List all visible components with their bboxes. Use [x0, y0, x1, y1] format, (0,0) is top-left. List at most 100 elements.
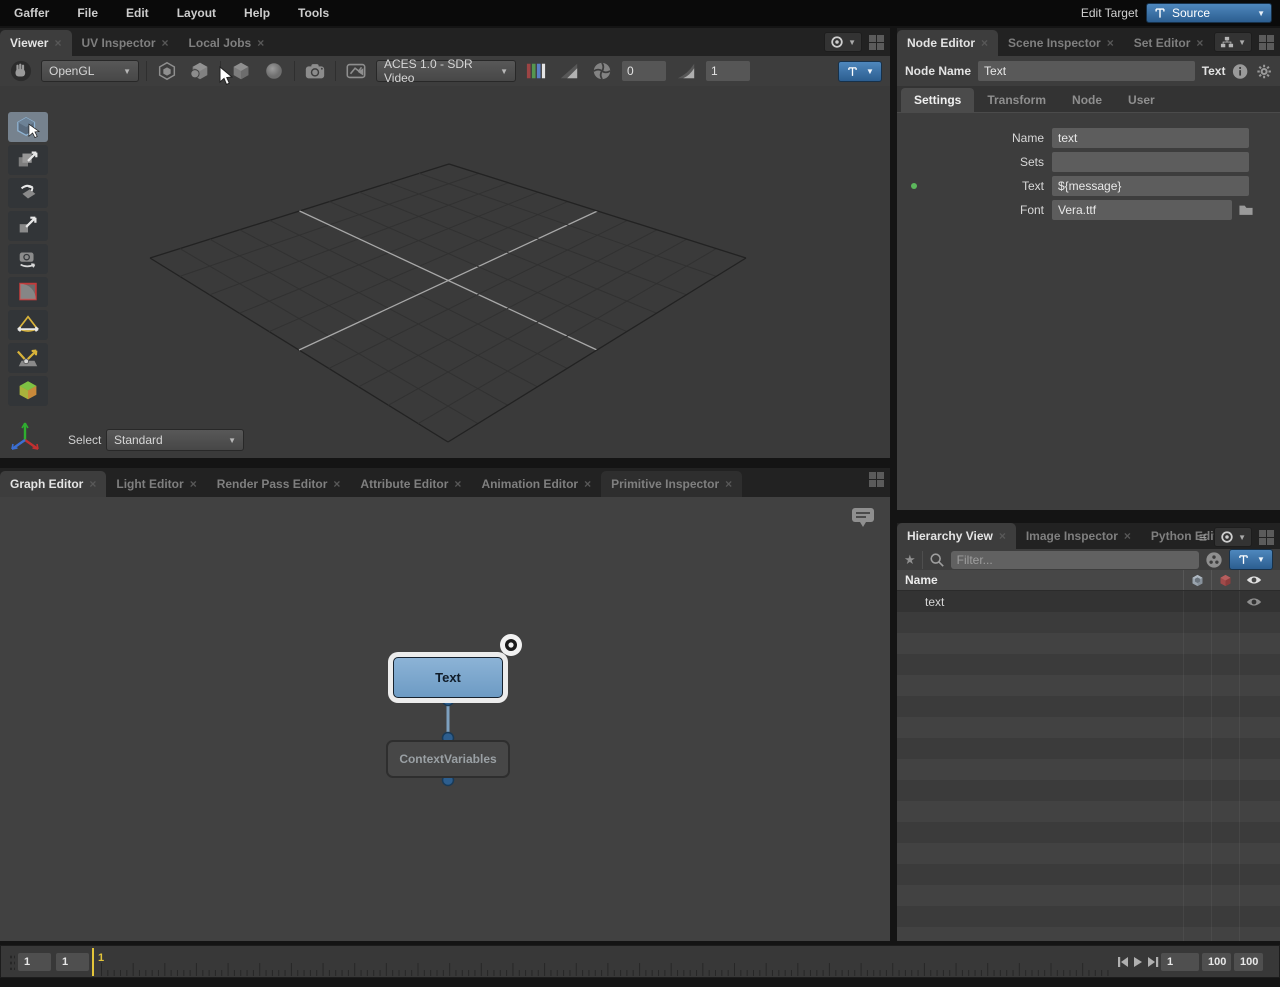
sets-field[interactable] — [1052, 152, 1249, 172]
node-name-field[interactable]: Text — [978, 61, 1195, 81]
sets-filter-icon[interactable] — [1205, 551, 1223, 569]
row-visibility-cell[interactable] — [1239, 591, 1267, 612]
tab-uv-inspector[interactable]: UV Inspector × — [72, 30, 179, 56]
gamma-icon[interactable] — [673, 59, 699, 83]
section-tab-transform[interactable]: Transform — [974, 88, 1059, 112]
select-tool-button[interactable] — [8, 112, 48, 142]
viewer-viewport[interactable]: Select Standard ▼ — [0, 86, 890, 458]
close-icon[interactable]: × — [454, 471, 461, 497]
node-text-body[interactable]: Text — [393, 657, 503, 698]
geometry-tool-button[interactable] — [8, 376, 48, 406]
close-icon[interactable]: × — [54, 30, 61, 56]
close-icon[interactable]: × — [333, 471, 340, 497]
node-graph-canvas[interactable]: Text ContextVariables — [0, 497, 890, 941]
tab-scene-inspector[interactable]: Scene Inspector × — [998, 30, 1124, 56]
folder-icon[interactable] — [1238, 203, 1254, 217]
frame-range-soft-start-field[interactable]: 1 — [56, 953, 89, 971]
light-aim-tool-button[interactable] — [8, 343, 48, 373]
name-field[interactable]: text — [1052, 128, 1249, 148]
gear-icon[interactable] — [1256, 63, 1272, 80]
tab-graph-editor[interactable]: Graph Editor × — [0, 471, 106, 497]
input-connection-dot[interactable] — [911, 183, 917, 189]
section-tab-settings[interactable]: Settings — [901, 88, 974, 112]
hierarchy-pin-node-button[interactable]: ▼ — [1229, 549, 1273, 570]
tab-render-pass-editor[interactable]: Render Pass Editor × — [207, 471, 351, 497]
node-contextvariables[interactable]: ContextVariables — [386, 740, 510, 778]
hierarchy-focus-menu-button[interactable]: ▼ — [1214, 527, 1252, 547]
tab-menu-hamburger-icon[interactable]: ≡ — [1199, 529, 1207, 545]
edit-target-dropdown[interactable]: Source ▼ — [1146, 3, 1272, 23]
display-transform-dropdown[interactable]: ACES 1.0 - SDR Video ▼ — [376, 60, 516, 82]
tab-local-jobs[interactable]: Local Jobs × — [179, 30, 275, 56]
column-visibility-header[interactable] — [1239, 570, 1267, 590]
close-icon[interactable]: × — [725, 471, 732, 497]
shutter-aperture-icon[interactable] — [589, 59, 615, 83]
tab-attribute-editor[interactable]: Attribute Editor × — [350, 471, 471, 497]
column-name-header[interactable]: Name — [897, 573, 1183, 587]
font-field[interactable]: Vera.ttf — [1052, 200, 1232, 220]
selection-mask-icon[interactable] — [187, 59, 213, 83]
tab-viewer[interactable]: Viewer × — [0, 30, 72, 56]
node-editor-follow-menu-button[interactable]: ▼ — [1214, 32, 1252, 52]
current-frame-field[interactable]: 1 — [1161, 953, 1199, 971]
shading-mode-cube-icon[interactable] — [228, 59, 254, 83]
close-icon[interactable]: × — [1124, 523, 1131, 549]
column-inclusions-header[interactable] — [1183, 570, 1211, 590]
close-icon[interactable]: × — [89, 471, 96, 497]
menu-gaffer[interactable]: Gaffer — [0, 6, 63, 20]
menu-help[interactable]: Help — [230, 6, 284, 20]
menu-file[interactable]: File — [63, 6, 112, 20]
menu-layout[interactable]: Layout — [163, 6, 230, 20]
close-icon[interactable]: × — [584, 471, 591, 497]
drawing-mode-icon[interactable] — [154, 59, 180, 83]
select-mode-dropdown[interactable]: Standard ▼ — [106, 429, 244, 451]
renderer-dropdown[interactable]: OpenGL ▼ — [41, 60, 139, 82]
filter-input[interactable] — [951, 551, 1199, 569]
close-icon[interactable]: × — [999, 523, 1006, 549]
frame-range-start-field[interactable]: 1 — [18, 953, 51, 971]
tab-animation-editor[interactable]: Animation Editor × — [471, 471, 601, 497]
close-icon[interactable]: × — [190, 471, 197, 497]
translate-tool-button[interactable] — [8, 145, 48, 175]
menu-tools[interactable]: Tools — [284, 6, 343, 20]
skip-to-end-icon[interactable] — [1148, 957, 1158, 967]
close-icon[interactable]: × — [1196, 30, 1203, 56]
menu-edit[interactable]: Edit — [112, 6, 163, 20]
tab-hierarchy-view[interactable]: Hierarchy View × — [897, 523, 1016, 549]
exposure-field[interactable]: 0 — [622, 61, 666, 81]
layout-grid-icon[interactable] — [1259, 530, 1274, 545]
shading-sphere-icon[interactable] — [261, 59, 287, 83]
text-field[interactable]: ${message} — [1052, 176, 1249, 196]
bookmarks-star-icon[interactable]: ★ — [904, 552, 916, 568]
pan-hand-icon[interactable] — [8, 59, 34, 83]
tab-image-inspector[interactable]: Image Inspector × — [1016, 523, 1141, 549]
tab-light-editor[interactable]: Light Editor × — [106, 471, 206, 497]
rotate-tool-button[interactable] — [8, 178, 48, 208]
column-exclusions-header[interactable] — [1211, 570, 1239, 590]
skip-to-start-icon[interactable] — [1118, 957, 1128, 967]
camera-settings-icon[interactable] — [302, 59, 328, 83]
render-pass-display-icon[interactable] — [343, 59, 369, 83]
scale-tool-button[interactable] — [8, 211, 48, 241]
close-icon[interactable]: × — [162, 30, 169, 56]
light-translate-tool-button[interactable] — [8, 310, 48, 340]
tab-node-editor[interactable]: Node Editor × — [897, 30, 998, 56]
timeline-playhead[interactable] — [92, 948, 94, 976]
section-tab-node[interactable]: Node — [1059, 88, 1115, 112]
exposure-icon[interactable] — [556, 59, 582, 83]
viewer-pin-node-button[interactable]: ▼ — [838, 61, 882, 82]
play-icon[interactable] — [1134, 957, 1142, 967]
viewer-focus-menu-button[interactable]: ▼ — [824, 32, 862, 52]
crop-window-tool-button[interactable] — [8, 277, 48, 307]
tab-set-editor[interactable]: Set Editor × — [1124, 30, 1214, 56]
timeline-ruler[interactable] — [101, 962, 1113, 976]
drag-handle[interactable] — [9, 954, 15, 970]
info-icon[interactable] — [1232, 63, 1248, 80]
close-icon[interactable]: × — [257, 30, 264, 56]
section-tab-user[interactable]: User — [1115, 88, 1168, 112]
layout-grid-icon[interactable] — [869, 35, 884, 50]
frame-range-end-field[interactable]: 100 — [1234, 953, 1263, 971]
layout-grid-icon[interactable] — [1259, 35, 1274, 50]
row-exclusions-cell[interactable] — [1211, 591, 1239, 612]
camera-tool-button[interactable] — [8, 244, 48, 274]
